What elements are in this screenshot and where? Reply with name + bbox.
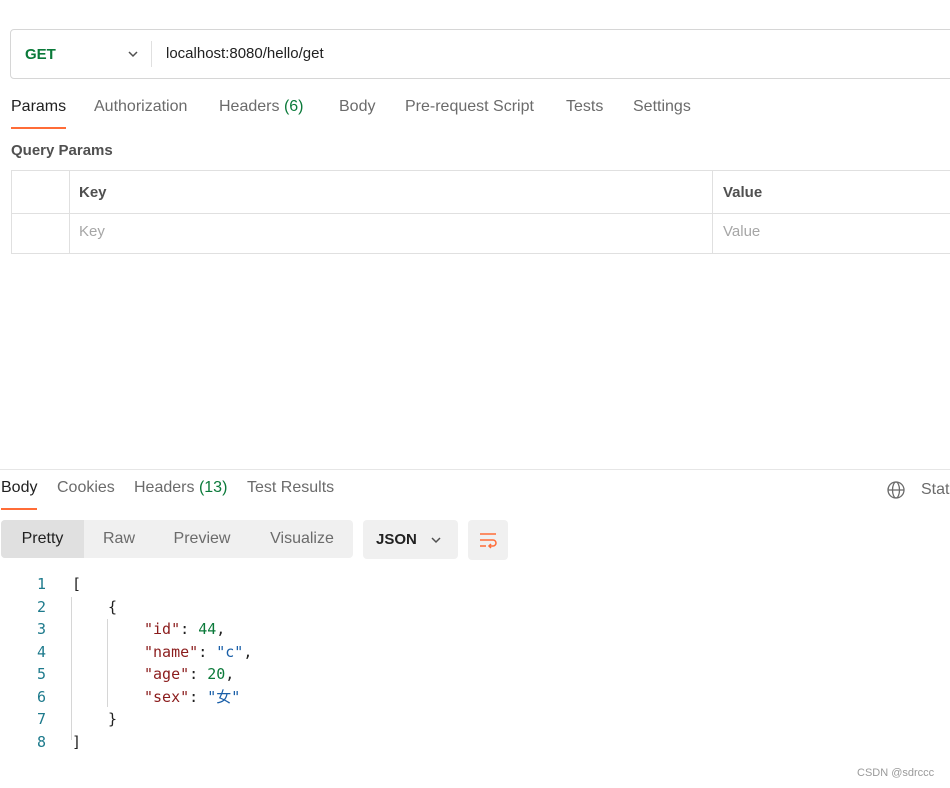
headers-count: (6) [283, 98, 304, 115]
code-token: "id" [144, 620, 181, 638]
line-number: 8 [36, 732, 46, 751]
param-value-input[interactable]: Value [723, 223, 760, 240]
code-token: "age" [144, 665, 190, 683]
globe-icon[interactable] [886, 480, 906, 500]
column-divider [712, 171, 713, 253]
code-token: "女" [207, 687, 241, 706]
line-number: 2 [36, 597, 46, 616]
code-text: "id": 44, [144, 618, 225, 640]
code-token: : [198, 642, 217, 661]
code-token: { [108, 597, 118, 616]
code-token: "sex" [144, 687, 190, 706]
response-tab-headers[interactable]: Headers (13) [134, 479, 227, 511]
code-token: ] [72, 732, 82, 751]
line-number: 1 [36, 575, 46, 593]
code-token: : [189, 665, 208, 683]
params-header-row [12, 171, 950, 214]
header-value: Value [723, 184, 763, 201]
format-raw[interactable]: Raw [86, 520, 152, 558]
watermark: CSDN @sdrccc [857, 767, 935, 779]
code-text: "name": "c", [144, 641, 252, 663]
query-params-title: Query Params [11, 142, 113, 159]
tab-body[interactable]: Body [339, 98, 375, 130]
format-preview[interactable]: Preview [159, 520, 245, 558]
code-text: ] [72, 731, 81, 753]
chevron-down-icon [431, 537, 441, 544]
code-text: [ [72, 573, 81, 595]
format-tabs: Pretty Raw Preview Visualize [1, 520, 353, 558]
tab-tests[interactable]: Tests [566, 98, 603, 130]
method-label: GET [25, 45, 56, 63]
url-bar: GET localhost:8080/hello/get [10, 29, 950, 79]
method-select[interactable]: GET [25, 30, 150, 78]
tab-settings[interactable]: Settings [633, 98, 691, 130]
response-tab-cookies[interactable]: Cookies [57, 479, 115, 511]
response-headers-count: (13) [198, 479, 228, 496]
line-number: 7 [36, 710, 46, 728]
response-status: Stat [921, 481, 950, 498]
line-number: 3 [36, 620, 46, 638]
code-token: : [180, 620, 199, 638]
code-token: : [189, 687, 208, 706]
wrap-lines-button[interactable] [468, 520, 508, 560]
code-token: "name" [144, 642, 199, 661]
code-token: "c" [216, 642, 244, 661]
wrap-lines-icon [480, 533, 497, 549]
code-token: , [216, 620, 226, 638]
indent-guide [107, 619, 108, 707]
param-key-input[interactable]: Key [79, 223, 105, 240]
tab-params[interactable]: Params [11, 98, 67, 130]
code-text: { [108, 596, 117, 618]
line-number: 6 [36, 687, 46, 706]
url-divider [151, 41, 152, 67]
code-token: 44 [198, 620, 217, 638]
format-visualize[interactable]: Visualize [259, 520, 345, 558]
tab-headers[interactable]: Headers (6) [219, 98, 304, 130]
header-key: Key [79, 184, 107, 201]
format-select[interactable]: JSON [363, 520, 458, 559]
tab-authorization[interactable]: Authorization [94, 98, 187, 130]
tab-pre-request-script[interactable]: Pre-request Script [405, 98, 534, 130]
line-number: 5 [36, 665, 46, 683]
params-table: Key Value Key Value [11, 170, 950, 254]
response-tab-test-results[interactable]: Test Results [247, 479, 334, 511]
code-token: 20 [207, 665, 226, 683]
line-number: 4 [36, 642, 46, 661]
code-token: , [225, 665, 235, 683]
format-select-label: JSON [376, 531, 417, 548]
code-text: "sex": "女" [144, 686, 240, 708]
chevron-down-icon [128, 51, 138, 58]
code-text: } [108, 708, 117, 730]
format-pretty[interactable]: Pretty [1, 520, 84, 558]
code-token: [ [72, 575, 82, 593]
code-token: , [243, 642, 253, 661]
indent-guide [71, 597, 72, 740]
code-token: } [108, 710, 118, 728]
response-tab-body[interactable]: Body [1, 479, 38, 511]
response-divider[interactable] [0, 469, 950, 470]
code-text: "age": 20, [144, 663, 234, 685]
column-divider [69, 171, 70, 253]
url-input[interactable]: localhost:8080/hello/get [166, 30, 324, 78]
